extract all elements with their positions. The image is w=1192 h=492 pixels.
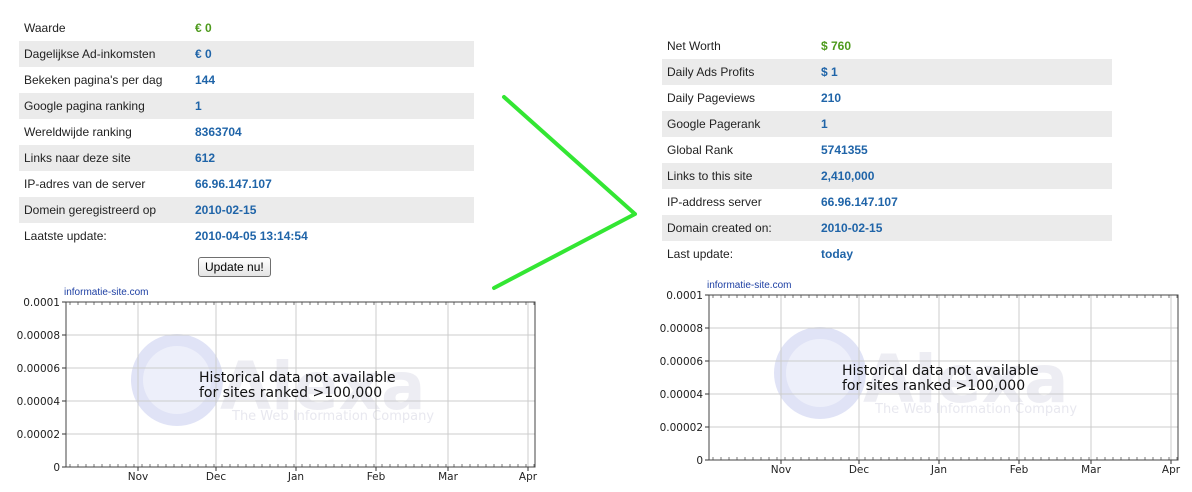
stats-row: Google pagina ranking 1 (19, 93, 474, 119)
stat-label: Dagelijkse Ad-inkomsten (24, 47, 156, 61)
x-tick-label: Dec (849, 464, 870, 476)
no-data-message-line1: Historical data not available (842, 363, 1039, 379)
x-tick-label: Apr (1162, 464, 1181, 476)
stat-label: Bekeken pagina's per dag (24, 73, 163, 87)
stats-row: Daily Pageviews 210 (662, 85, 1112, 111)
x-tick-label: Feb (1010, 464, 1029, 476)
stats-row: IP-adres van de server 66.96.147.107 (19, 171, 474, 197)
x-tick-label: Dec (206, 471, 227, 483)
stat-label: Daily Pageviews (667, 91, 756, 105)
y-tick-label: 0.00004 (660, 389, 704, 401)
stat-label: IP-address server (667, 195, 762, 209)
stat-label: Last update: (667, 247, 734, 261)
no-data-message-line1: Historical data not available (199, 370, 396, 386)
stat-value: 612 (195, 151, 216, 165)
x-tick-label: Jan (930, 464, 947, 476)
y-tick-label: 0.00004 (17, 396, 61, 408)
y-tick-label: 0 (53, 462, 60, 474)
x-tick-label: Feb (367, 471, 386, 483)
stats-row: IP-address server 66.96.147.107 (662, 189, 1112, 215)
y-tick-label: 0.00002 (660, 422, 703, 434)
stat-label: Links naar deze site (24, 151, 131, 165)
stats-row: Wereldwijde ranking 8363704 (19, 119, 474, 145)
y-tick-label: 0.0001 (666, 290, 703, 302)
stat-value: 66.96.147.107 (821, 195, 898, 209)
stat-value: 8363704 (195, 125, 242, 139)
y-tick-label: 0.00008 (660, 323, 703, 335)
stats-row: Domein geregistreerd op 2010-02-15 (19, 197, 474, 223)
x-tick-label: Mar (1081, 464, 1101, 476)
stats-row: Links naar deze site 612 (19, 145, 474, 171)
stat-value: $ 1 (821, 65, 838, 79)
update-now-button[interactable]: Update nu! (198, 257, 271, 277)
stat-value: 144 (195, 73, 216, 87)
y-tick-label: 0.00006 (17, 363, 61, 375)
stat-label: Domein geregistreerd op (24, 203, 157, 217)
stats-row: Daily Ads Profits $ 1 (662, 59, 1112, 85)
stats-row: Bekeken pagina's per dag 144 (19, 67, 474, 93)
stat-value: 2,410,000 (821, 169, 875, 183)
stats-row: Domain created on: 2010-02-15 (662, 215, 1112, 241)
y-tick-label: 0 (696, 455, 703, 467)
stat-value: 2010-04-05 13:14:54 (195, 229, 308, 243)
stats-row: Laatste update: 2010-04-05 13:14:54 (19, 223, 474, 249)
stats-row: Net Worth $ 760 (662, 33, 1112, 59)
stat-value: 2010-02-15 (821, 221, 883, 235)
stat-value: 210 (821, 91, 842, 105)
stat-value: $ 760 (821, 39, 852, 53)
alexa-watermark-tagline: The Web Information Company (231, 409, 434, 424)
right-alexa-chart: informatie-site.com Alexa The Web Informa… (643, 278, 1188, 478)
stat-label: IP-adres van de server (24, 177, 146, 191)
x-tick-label: Jan (287, 471, 304, 483)
stats-row: Waarde € 0 (19, 15, 474, 41)
alexa-watermark-tagline: The Web Information Company (874, 402, 1077, 417)
x-tick-label: Mar (438, 471, 458, 483)
x-tick-label: Apr (519, 471, 538, 483)
alexa-chart-svg: AlexaThe Web Information Company00.00002… (17, 297, 538, 483)
stat-label: Daily Ads Profits (667, 65, 755, 79)
stats-row: Links to this site 2,410,000 (662, 163, 1112, 189)
stat-label: Net Worth (667, 39, 721, 53)
stat-value: today (821, 247, 854, 261)
stat-label: Domain created on: (667, 221, 772, 235)
y-tick-label: 0.00006 (660, 356, 704, 368)
stat-label: Links to this site (667, 169, 753, 183)
no-data-message-line2: for sites ranked >100,000 (199, 385, 382, 401)
stat-value: 66.96.147.107 (195, 177, 272, 191)
x-tick-label: Nov (771, 464, 792, 476)
right-stats-panel: Net Worth $ 760 Daily Ads Profits $ 1 Daily … (662, 33, 1112, 273)
stat-label: Google Pagerank (667, 117, 761, 131)
y-tick-label: 0.00002 (17, 429, 60, 441)
y-tick-label: 0.00008 (17, 330, 60, 342)
stat-value: € 0 (195, 21, 212, 35)
y-tick-label: 0.0001 (23, 297, 60, 309)
stat-value: 5741355 (821, 143, 868, 157)
stats-row: Last update: today (662, 241, 1112, 267)
stat-value: 1 (195, 99, 202, 113)
comparison-arrow-icon (492, 95, 637, 290)
no-data-message-line2: for sites ranked >100,000 (842, 378, 1025, 394)
stats-row: Dagelijkse Ad-inkomsten € 0 (19, 41, 474, 67)
left-stats-panel: Waarde € 0 Dagelijkse Ad-inkomsten € 0 Bekek… (19, 15, 474, 255)
stat-label: Waarde (24, 21, 66, 35)
stats-row: Google Pagerank 1 (662, 111, 1112, 137)
stat-value: 2010-02-15 (195, 203, 257, 217)
stat-label: Global Rank (667, 143, 734, 157)
left-alexa-chart: informatie-site.com Alexa The Web Informa… (0, 285, 545, 485)
stat-label: Laatste update: (24, 229, 107, 243)
stat-label: Wereldwijde ranking (24, 125, 132, 139)
stat-label: Google pagina ranking (24, 99, 145, 113)
x-tick-label: Nov (128, 471, 149, 483)
stat-value: € 0 (195, 47, 212, 61)
stats-row: Global Rank 5741355 (662, 137, 1112, 163)
stat-value: 1 (821, 117, 828, 131)
alexa-chart-svg: AlexaThe Web Information Company00.00002… (660, 290, 1181, 476)
